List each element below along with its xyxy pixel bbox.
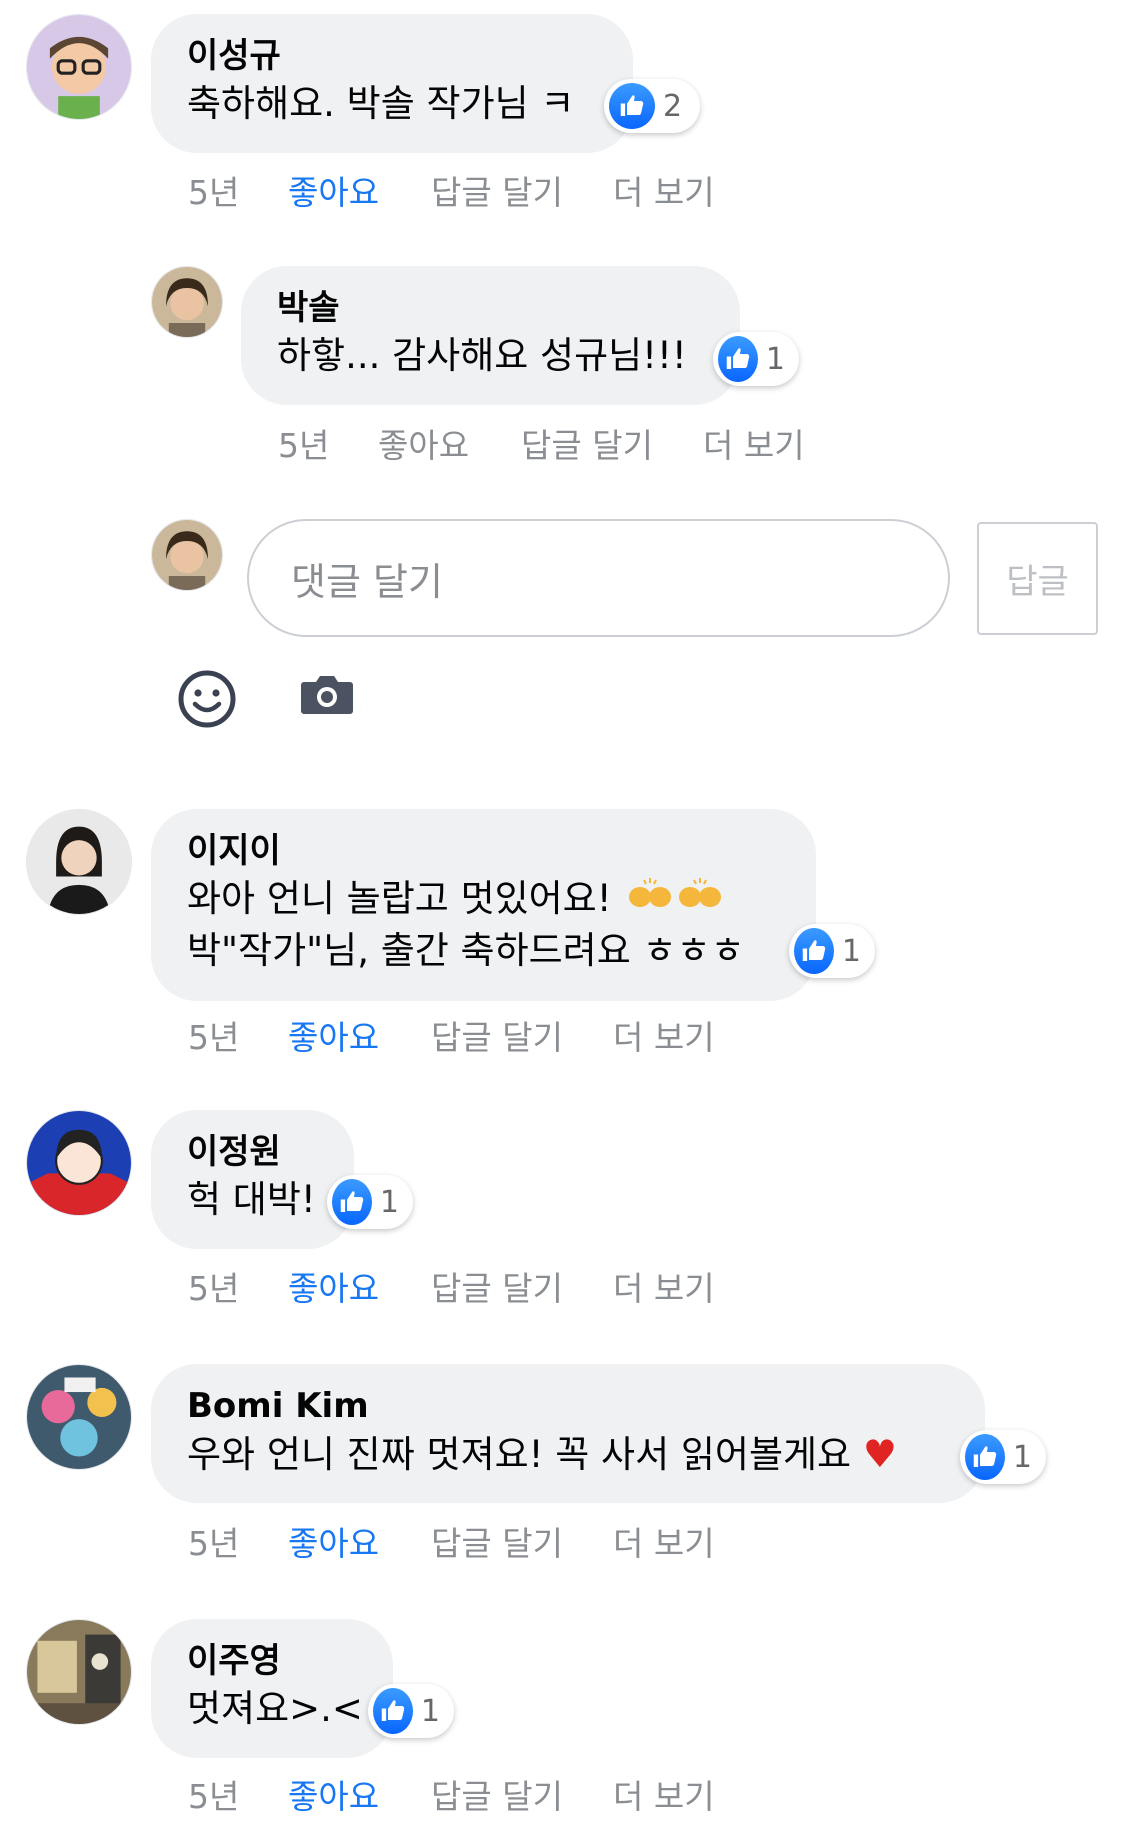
- comment-text: 헉 대박!: [187, 1178, 316, 1221]
- comment-time: 5년: [188, 1524, 240, 1563]
- more-button[interactable]: 더 보기: [613, 1770, 715, 1818]
- reply-input[interactable]: 댓글 달기: [247, 519, 950, 637]
- submit-reply-button[interactable]: 답글: [977, 522, 1098, 635]
- comment-bubble: 박솔 하핳... 감사해요 성규님!!!: [241, 266, 740, 405]
- more-button[interactable]: 더 보기: [613, 1011, 715, 1059]
- more-button[interactable]: 더 보기: [613, 1262, 715, 1310]
- comment-text: 멋져요>.<: [187, 1687, 363, 1730]
- reaction-count[interactable]: 1: [368, 1684, 454, 1738]
- avatar[interactable]: [151, 266, 223, 338]
- like-button[interactable]: 좋아요: [378, 419, 469, 467]
- comment-bubble: Bomi Kim 우와 언니 진짜 멋져요! 꼭 사서 읽어볼게요 ♥: [151, 1364, 985, 1503]
- comment-author[interactable]: Bomi Kim: [187, 1384, 949, 1428]
- comment-text: 하핳... 감사해요 성규님!!!: [277, 334, 687, 377]
- like-button[interactable]: 좋아요: [288, 1011, 379, 1059]
- reaction-count[interactable]: 1: [960, 1430, 1046, 1484]
- comment-text-line: 우와 언니 진짜 멋져요! 꼭 사서 읽어볼게요 ♥: [187, 1428, 949, 1481]
- comment-bubble: 이정원 헉 대박!: [151, 1110, 354, 1249]
- reply-button[interactable]: 답글 달기: [431, 166, 563, 214]
- more-button[interactable]: 더 보기: [613, 1517, 715, 1565]
- comment-bubble: 이성규 축하해요. 박솔 작가님 ㅋ: [151, 14, 633, 153]
- camera-icon[interactable]: [300, 672, 354, 716]
- heart-icon: ♥: [862, 1432, 897, 1476]
- reaction-count-number: 1: [420, 1693, 440, 1729]
- like-button[interactable]: 좋아요: [288, 166, 379, 214]
- like-icon: [965, 1434, 1005, 1480]
- comment-time: 5년: [188, 1269, 240, 1308]
- comment-text-line-1: 와아 언니 놀랍고 멋있어요!: [187, 873, 780, 925]
- comment-time: 5년: [278, 426, 330, 465]
- like-icon: [373, 1688, 413, 1734]
- reaction-count-number: 1: [1012, 1439, 1032, 1475]
- comment-bubble: 이주영 멋져요>.<: [151, 1619, 393, 1758]
- avatar[interactable]: [26, 14, 132, 120]
- comment-author[interactable]: 이주영: [187, 1639, 357, 1683]
- reaction-count-number: 2: [663, 88, 683, 124]
- reaction-count-number: 1: [841, 933, 861, 969]
- reply-placeholder: 댓글 달기: [291, 559, 443, 604]
- like-icon: [718, 336, 758, 382]
- reaction-count-number: 1: [765, 341, 785, 377]
- like-icon: [332, 1179, 372, 1225]
- avatar[interactable]: [26, 1364, 132, 1470]
- more-button[interactable]: 더 보기: [703, 419, 805, 467]
- comment-author[interactable]: 이성규: [187, 34, 597, 78]
- reaction-count[interactable]: 1: [713, 332, 799, 386]
- comment-time: 5년: [188, 173, 240, 212]
- reaction-count-number: 1: [379, 1184, 399, 1220]
- avatar[interactable]: [26, 1110, 132, 1216]
- avatar[interactable]: [26, 809, 132, 915]
- avatar[interactable]: [26, 1619, 132, 1725]
- comment-bubble: 이지이 와아 언니 놀랍고 멋있어요! 박"작가"님, 출간 축하드려요 ㅎㅎㅎ: [151, 809, 816, 1001]
- comment-text: 박"작가"님, 출간 축하드려요 ㅎㅎㅎ: [187, 929, 745, 972]
- reaction-count[interactable]: 1: [789, 924, 875, 978]
- avatar: [151, 519, 223, 591]
- reply-button[interactable]: 답글 달기: [521, 419, 653, 467]
- comment-author[interactable]: 박솔: [277, 286, 704, 330]
- comment-text: 축하해요. 박솔 작가님 ㅋ: [187, 82, 575, 125]
- reply-button[interactable]: 답글 달기: [431, 1011, 563, 1059]
- comment-time: 5년: [188, 1777, 240, 1816]
- comment-author[interactable]: 이정원: [187, 1130, 318, 1174]
- more-button[interactable]: 더 보기: [613, 166, 715, 214]
- comment-text: 와아 언니 놀랍고 멋있어요!: [187, 877, 612, 920]
- like-icon: [794, 928, 834, 974]
- comment-time: 5년: [188, 1018, 240, 1057]
- comment-author[interactable]: 이지이: [187, 829, 780, 873]
- like-icon: [609, 83, 655, 129]
- comment-text: 우와 언니 진짜 멋져요! 꼭 사서 읽어볼게요: [187, 1433, 852, 1476]
- reaction-count[interactable]: 2: [604, 79, 700, 133]
- reply-button[interactable]: 답글 달기: [431, 1770, 563, 1818]
- like-button[interactable]: 좋아요: [288, 1517, 379, 1565]
- like-button[interactable]: 좋아요: [288, 1262, 379, 1310]
- reply-button[interactable]: 답글 달기: [431, 1262, 563, 1310]
- reply-button[interactable]: 답글 달기: [431, 1517, 563, 1565]
- reaction-count[interactable]: 1: [327, 1175, 413, 1229]
- raising-hands-icon: [628, 878, 721, 907]
- smiley-icon[interactable]: [178, 670, 236, 728]
- like-button[interactable]: 좋아요: [288, 1770, 379, 1818]
